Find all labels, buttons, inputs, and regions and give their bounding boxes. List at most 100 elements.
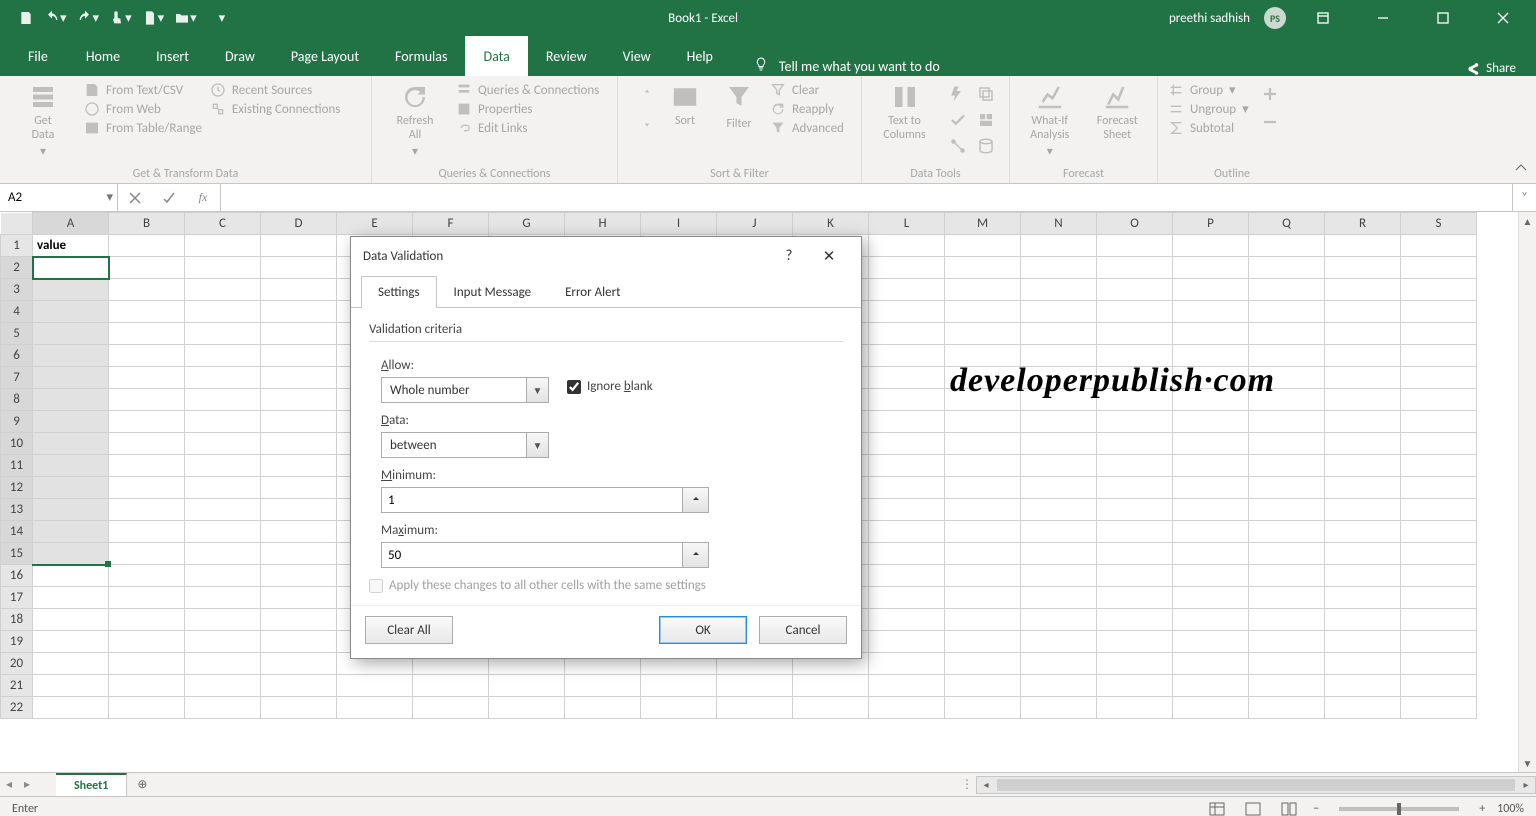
- cell-J21[interactable]: [717, 675, 793, 697]
- clear-filter[interactable]: Clear: [770, 82, 844, 98]
- cell-I22[interactable]: [641, 697, 717, 719]
- cell-A14[interactable]: [33, 521, 109, 543]
- relationships-icon[interactable]: [945, 134, 971, 158]
- cell-C22[interactable]: [185, 697, 261, 719]
- forecast-sheet-button[interactable]: Forecast Sheet: [1088, 82, 1148, 143]
- cell-C12[interactable]: [185, 477, 261, 499]
- cell-Q5[interactable]: [1249, 323, 1325, 345]
- cell-O22[interactable]: [1097, 697, 1173, 719]
- clear-all-button[interactable]: Clear All: [365, 616, 453, 644]
- cell-M15[interactable]: [945, 543, 1021, 565]
- cell-P20[interactable]: [1173, 653, 1249, 675]
- tab-view[interactable]: View: [605, 36, 669, 76]
- cell-O16[interactable]: [1097, 565, 1173, 587]
- cell-D6[interactable]: [261, 345, 337, 367]
- cell-C16[interactable]: [185, 565, 261, 587]
- expand-formula-bar-icon[interactable]: ˅: [1512, 184, 1536, 211]
- minimize-icon[interactable]: [1360, 0, 1406, 36]
- cell-A18[interactable]: [33, 609, 109, 631]
- cell-R11[interactable]: [1325, 455, 1401, 477]
- tab-data[interactable]: Data: [465, 36, 527, 76]
- cell-S1[interactable]: [1401, 235, 1477, 257]
- cell-Q1[interactable]: [1249, 235, 1325, 257]
- row-header-6[interactable]: 6: [1, 345, 33, 367]
- cell-M3[interactable]: [945, 279, 1021, 301]
- scroll-up-icon[interactable]: ▲: [1519, 212, 1536, 230]
- cell-L9[interactable]: [869, 411, 945, 433]
- cell-O17[interactable]: [1097, 587, 1173, 609]
- cell-R8[interactable]: [1325, 389, 1401, 411]
- cell-B9[interactable]: [109, 411, 185, 433]
- cell-R15[interactable]: [1325, 543, 1401, 565]
- cell-C10[interactable]: [185, 433, 261, 455]
- cell-B3[interactable]: [109, 279, 185, 301]
- cell-L22[interactable]: [869, 697, 945, 719]
- cell-C1[interactable]: [185, 235, 261, 257]
- cell-A10[interactable]: [33, 433, 109, 455]
- cell-P10[interactable]: [1173, 433, 1249, 455]
- cell-S22[interactable]: [1401, 697, 1477, 719]
- col-header-F[interactable]: F: [413, 213, 489, 235]
- save-icon[interactable]: [18, 10, 34, 26]
- cell-O18[interactable]: [1097, 609, 1173, 631]
- cell-R4[interactable]: [1325, 301, 1401, 323]
- cell-S16[interactable]: [1401, 565, 1477, 587]
- cell-C21[interactable]: [185, 675, 261, 697]
- cell-Q12[interactable]: [1249, 477, 1325, 499]
- col-header-I[interactable]: I: [641, 213, 717, 235]
- cell-A22[interactable]: [33, 697, 109, 719]
- col-header-L[interactable]: L: [869, 213, 945, 235]
- cell-S11[interactable]: [1401, 455, 1477, 477]
- allow-dropdown[interactable]: Whole number ▼: [381, 377, 549, 403]
- cell-A1[interactable]: value: [33, 235, 109, 257]
- cell-P12[interactable]: [1173, 477, 1249, 499]
- flash-fill-icon[interactable]: [945, 82, 971, 106]
- from-table-range[interactable]: From Table/Range: [84, 120, 202, 136]
- cell-Q11[interactable]: [1249, 455, 1325, 477]
- cell-N17[interactable]: [1021, 587, 1097, 609]
- cell-R18[interactable]: [1325, 609, 1401, 631]
- col-header-E[interactable]: E: [337, 213, 413, 235]
- cell-N1[interactable]: [1021, 235, 1097, 257]
- cell-D9[interactable]: [261, 411, 337, 433]
- hscroll-split-icon[interactable]: ⋮: [958, 777, 976, 792]
- cell-R19[interactable]: [1325, 631, 1401, 653]
- cell-A2[interactable]: [33, 257, 109, 279]
- existing-connections[interactable]: Existing Connections: [210, 101, 340, 117]
- cell-C5[interactable]: [185, 323, 261, 345]
- cell-O20[interactable]: [1097, 653, 1173, 675]
- range-selector-icon[interactable]: [683, 487, 709, 513]
- cancel-icon[interactable]: [118, 191, 152, 205]
- row-header-15[interactable]: 15: [1, 543, 33, 565]
- touch-mode-icon[interactable]: ▾: [109, 10, 132, 26]
- row-header-8[interactable]: 8: [1, 389, 33, 411]
- cell-Q20[interactable]: [1249, 653, 1325, 675]
- show-detail-icon[interactable]: [1257, 82, 1283, 106]
- cell-M11[interactable]: [945, 455, 1021, 477]
- cell-S3[interactable]: [1401, 279, 1477, 301]
- cell-Q16[interactable]: [1249, 565, 1325, 587]
- cell-B17[interactable]: [109, 587, 185, 609]
- dialog-close-icon[interactable]: ✕: [809, 237, 849, 275]
- cell-B10[interactable]: [109, 433, 185, 455]
- col-header-M[interactable]: M: [945, 213, 1021, 235]
- cell-F22[interactable]: [413, 697, 489, 719]
- cell-S18[interactable]: [1401, 609, 1477, 631]
- cell-A19[interactable]: [33, 631, 109, 653]
- data-validation-icon[interactable]: [945, 108, 971, 132]
- row-header-18[interactable]: 18: [1, 609, 33, 631]
- cell-R16[interactable]: [1325, 565, 1401, 587]
- cell-P18[interactable]: [1173, 609, 1249, 631]
- cell-Q18[interactable]: [1249, 609, 1325, 631]
- ungroup-button[interactable]: Ungroup ▾: [1168, 101, 1249, 117]
- scroll-left-icon[interactable]: ◂: [977, 778, 995, 791]
- cell-B21[interactable]: [109, 675, 185, 697]
- cell-P14[interactable]: [1173, 521, 1249, 543]
- cell-A13[interactable]: [33, 499, 109, 521]
- cell-C9[interactable]: [185, 411, 261, 433]
- cell-B19[interactable]: [109, 631, 185, 653]
- cell-R9[interactable]: [1325, 411, 1401, 433]
- cell-Q19[interactable]: [1249, 631, 1325, 653]
- cell-K22[interactable]: [793, 697, 869, 719]
- cell-D8[interactable]: [261, 389, 337, 411]
